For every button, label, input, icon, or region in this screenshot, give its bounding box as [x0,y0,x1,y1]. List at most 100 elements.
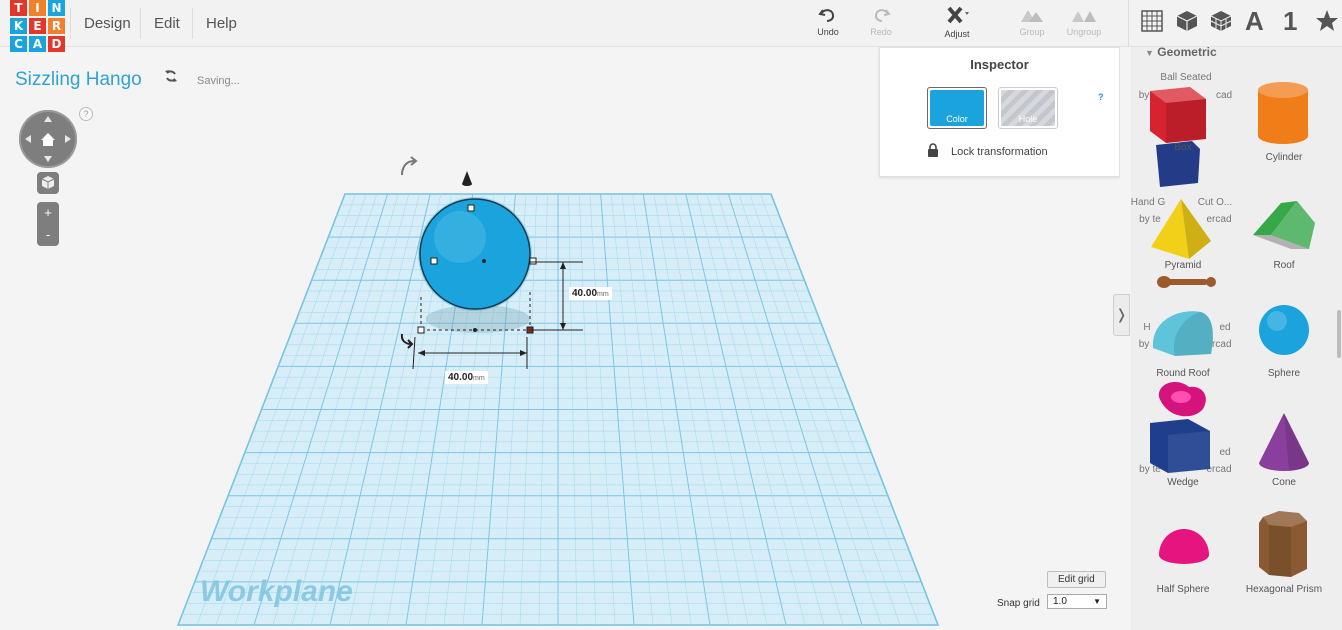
view-icons: A 1 [1128,0,1342,47]
text-view-icon[interactable]: A [1245,6,1264,37]
star-icon[interactable] [1315,9,1339,33]
hole-label: Hole [1018,114,1038,124]
logo-letter: A [29,36,46,52]
shape-item-wedge[interactable]: Wedge [1133,477,1233,488]
document-title[interactable]: Sizzling Hango [15,69,142,91]
inspector-panel: Inspector ? Color Hole Lock transformati… [879,47,1120,177]
resize-handle [430,257,438,265]
menu-help[interactable]: Help [192,8,250,39]
redo-label: Redo [870,27,892,37]
workplane-label: Workplane [200,575,353,608]
half-sphere-icon [1159,529,1209,564]
lock-transformation-label[interactable]: Lock transformation [951,146,1048,158]
shape-item-hexagonal-prism[interactable]: Hexagonal Prism [1234,584,1334,595]
logo-letter: N [48,0,65,16]
shape-item-pyramid[interactable]: Pyramid [1133,260,1233,271]
menu-edit[interactable]: Edit [140,8,193,39]
adjust-button[interactable]: Adjust [932,6,982,39]
height-value[interactable]: 40.00 [572,288,597,299]
rotate-handle-icon [401,156,418,176]
logo-letter: D [48,36,65,52]
sphere-icon [1259,305,1309,355]
width-value[interactable]: 40.00 [448,372,473,383]
inspector-title: Inspector [970,57,1029,72]
resize-handle [467,204,475,212]
color-button[interactable]: Color [927,87,987,129]
zoom-out-button[interactable]: - [37,224,59,246]
logo-letter: C [10,36,27,52]
shape-item-sphere[interactable]: Sphere [1234,368,1334,379]
view-cube-button[interactable] [37,172,59,194]
collapse-panel-button[interactable]: ❭ [1113,294,1130,336]
hole-button[interactable]: Hole [998,87,1058,129]
box-icon [1150,87,1206,143]
shape-item-round-roof[interactable]: Round Roof [1133,368,1233,379]
shape-label: Round Roof [1156,368,1210,379]
logo-letter: T [10,0,27,16]
shape-label: Wedge [1167,477,1199,488]
shape-item-cylinder[interactable]: Cylinder [1234,152,1334,163]
width-dimension-label[interactable]: 40.00mm [445,371,488,384]
logo-letter: I [29,0,46,16]
round-roof-icon [1152,311,1213,356]
shape-label: Sphere [1267,368,1301,379]
top-bar: TINKERCAD Design Edit Help Undo Redo Adj… [0,0,1342,52]
edit-grid-button[interactable]: Edit grid [1047,571,1106,588]
undo-icon [818,9,835,22]
height-handle [462,171,472,186]
featured-hand-icon [1157,276,1216,288]
group-icon [1021,10,1043,22]
shape-item-roof[interactable]: Roof [1234,260,1334,271]
cube-view-icon[interactable] [1175,9,1199,33]
redo-button[interactable]: Redo [856,6,906,37]
group-label: Group [1019,27,1045,37]
shape-label: Pyramid [1164,260,1202,271]
view-help-icon[interactable]: ? [79,107,93,121]
number-view-icon[interactable]: 1 [1283,6,1297,37]
center-marker [473,328,477,332]
shape-item-cone[interactable]: Cone [1234,477,1334,488]
shape-item-box[interactable]: Box [1133,142,1233,153]
height-dimension-label[interactable]: 40.00mm [569,287,612,300]
cone-icon [1259,413,1310,471]
view-navigation-pad[interactable] [19,110,77,168]
pan-arrows-icon [25,116,71,162]
cylinder-icon [1258,82,1308,144]
ungroup-button[interactable]: Ungroup [1059,6,1109,37]
lock-icon[interactable] [927,143,939,157]
hexagonal-prism-icon [1259,511,1307,577]
category-collapse-icon: ▼ [1145,48,1154,58]
inspector-help-icon[interactable]: ? [1098,92,1104,102]
zoom-controls: + - [37,202,59,246]
logo-letter: R [48,18,65,34]
logo-letter: K [10,18,27,34]
zoom-in-button[interactable]: + [37,202,59,224]
bricks-view-icon[interactable] [1209,9,1233,33]
cube-icon [41,176,55,189]
tinkercad-logo[interactable]: TIN KER CAD [10,0,66,52]
adjust-icon [947,6,969,24]
undo-button[interactable]: Undo [803,6,853,37]
menu-design[interactable]: Design [70,8,144,39]
panel-divider [1120,47,1131,630]
snap-grid-select[interactable]: 1.0 ▼ [1047,594,1107,609]
featured-ball-icon [1196,47,1226,51]
sphere-highlight [434,211,486,263]
color-swatch: Color [930,90,984,126]
snap-grid-label: Snap grid [997,598,1040,609]
resize-handle [417,326,425,334]
grid-view-icon[interactable] [1140,9,1164,33]
panel-scrollbar[interactable] [1337,310,1341,358]
refresh-icon[interactable] [164,69,178,83]
redo-icon [874,9,891,22]
pyramid-icon [1151,199,1211,259]
shapes-panel: ▼ Geometric Ball Seated by cad Hand G Cu… [1131,47,1342,630]
logo-letter: E [29,18,46,34]
color-label: Color [946,114,968,124]
dropdown-caret-icon: ▼ [1093,597,1101,606]
width-unit: mm [473,375,485,382]
group-button[interactable]: Group [1007,6,1057,37]
shape-item-half-sphere[interactable]: Half Sphere [1133,584,1233,595]
shape-label: Cone [1272,477,1296,488]
shape-label: Hexagonal Prism [1245,584,1323,595]
